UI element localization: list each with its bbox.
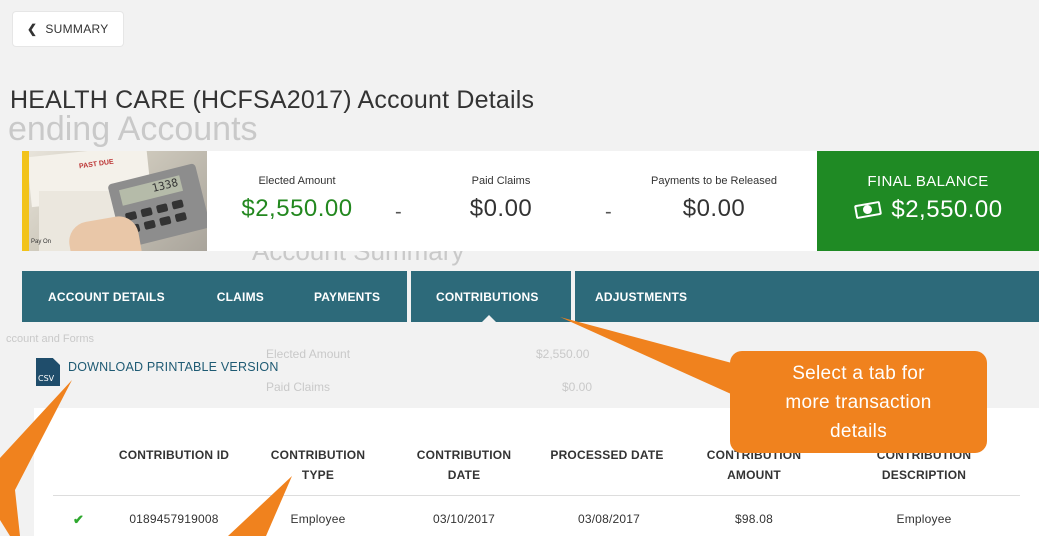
callout-annotation: Select a tab for more transaction detail… [730,351,987,453]
annotation-pointers [0,317,758,536]
callout-pointer-type [228,476,292,536]
callout-pointer-tab [560,317,758,398]
callout-pointer-download [0,380,72,536]
